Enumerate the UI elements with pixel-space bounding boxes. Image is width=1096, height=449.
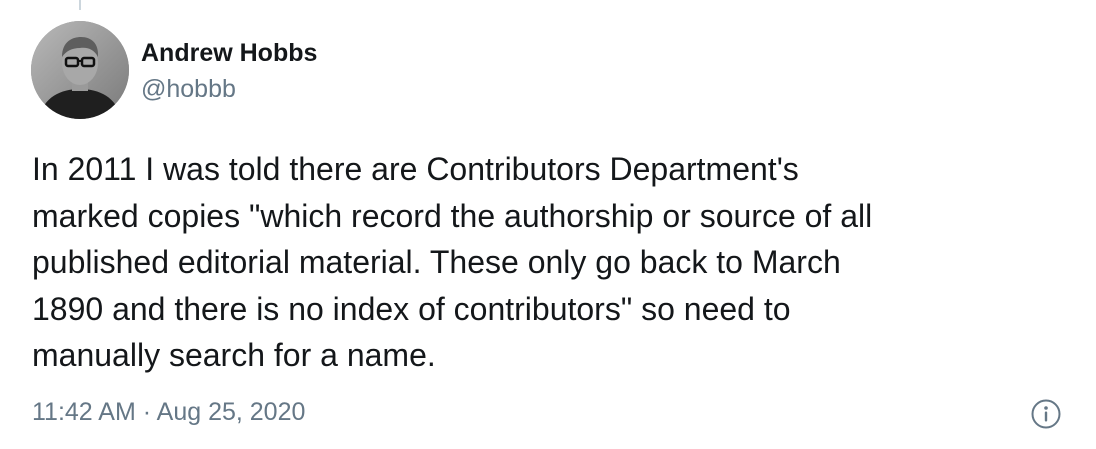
tweet-text: In 2011 I was told there are Contributor… (32, 151, 873, 373)
avatar[interactable] (31, 21, 129, 119)
author-name[interactable]: Andrew Hobbs (141, 38, 317, 68)
author-block: Andrew Hobbs @hobbb (141, 38, 317, 104)
tweet-timestamp[interactable]: 11:42 AM · Aug 25, 2020 (32, 397, 305, 427)
avatar-photo (31, 21, 129, 119)
timestamp-separator: · (142, 398, 152, 426)
author-handle[interactable]: @hobbb (141, 74, 317, 104)
info-circle-icon[interactable] (1030, 398, 1062, 430)
tweet-card: Andrew Hobbs @hobbb In 2011 I was told t… (0, 0, 1096, 449)
tweet-time: 11:42 AM (32, 398, 136, 426)
tweet-date: Aug 25, 2020 (156, 398, 306, 426)
